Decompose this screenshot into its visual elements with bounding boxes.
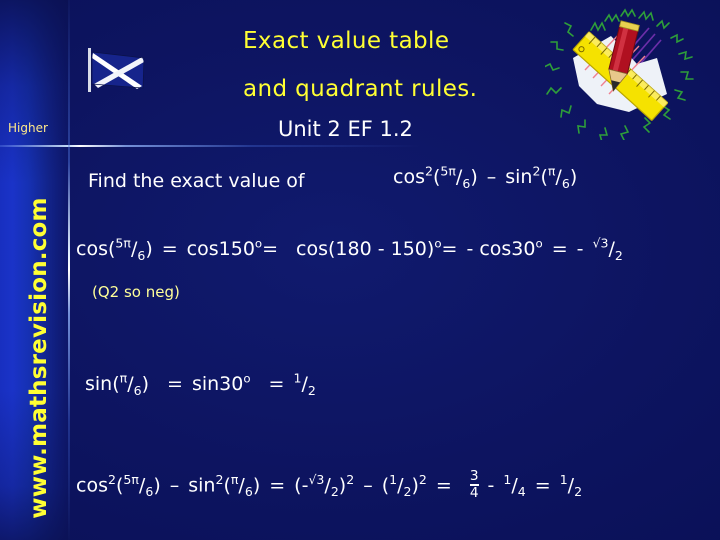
s1-degree-3: o xyxy=(535,236,543,251)
s1-eq2: = xyxy=(262,238,279,260)
s3-t1-power: 2 xyxy=(346,471,355,487)
unit-subtitle: Unit 2 EF 1.2 xyxy=(278,117,413,141)
frac-denominator: 4 xyxy=(469,485,479,501)
s1-term4: - cos30 xyxy=(466,238,536,260)
s1-paren-close: ) xyxy=(145,238,153,260)
s1-result-num: √3 xyxy=(592,235,609,251)
s2-eq1: = xyxy=(167,373,183,395)
working-step-2: sin(π/6) = sin30o = 1/2 xyxy=(85,371,316,397)
s2-paren-open: ( xyxy=(112,373,120,395)
quadrant-note: (Q2 so neg) xyxy=(92,283,180,301)
s1-term3: cos(180 - 150) xyxy=(296,238,435,260)
working-step-3: cos2(5π/6) – sin2(π/6) = (-√3/2)2– (1/2)2 = 3 4-… xyxy=(76,468,583,501)
ruler-pencil-paper-clipart xyxy=(543,8,697,143)
frac-numerator: 3 xyxy=(469,468,479,484)
s3-cos-arg-num: 5π xyxy=(123,471,139,487)
s3-f3-den: 2 xyxy=(574,484,583,500)
expr-minus: – xyxy=(486,166,497,188)
page-title-line-2: and quadrant rules. xyxy=(243,76,478,102)
s3-f2-den: 4 xyxy=(517,484,526,500)
s1-term2: cos150 xyxy=(186,238,255,260)
s3-sin: sin xyxy=(188,474,216,497)
s2-eq2: = xyxy=(268,373,285,395)
expr-sin: sin xyxy=(505,166,533,188)
s1-degree-2: o xyxy=(434,236,442,251)
expr-paren-close: ) xyxy=(470,166,478,188)
s1-result-den: 2 xyxy=(614,247,623,263)
s3-cos-power: 2 xyxy=(107,471,116,487)
vertical-divider xyxy=(68,0,70,540)
s1-eq3: = xyxy=(441,238,458,260)
s3-eq3: = xyxy=(534,474,551,497)
s1-arg-num: 5π xyxy=(115,235,131,251)
s3-cos: cos xyxy=(76,474,108,497)
s3-t2-power: 2 xyxy=(418,471,427,487)
s3-p2c: ) xyxy=(252,474,261,497)
s3-t2-num: 1 xyxy=(389,471,398,487)
expr-cos-power: 2 xyxy=(424,163,433,179)
s2-sin: sin xyxy=(85,373,113,395)
s1-cos: cos xyxy=(76,238,108,260)
s3-eq1: = xyxy=(269,474,286,497)
page-title-line-1: Exact value table xyxy=(243,28,450,54)
s3-minus2: – xyxy=(363,474,373,497)
level-badge: Higher xyxy=(8,121,48,135)
expr-cos-arg-num: 5π xyxy=(440,163,456,179)
s2-result-den: 2 xyxy=(307,382,316,398)
s2-degree: o xyxy=(243,371,251,386)
s2-paren-close: ) xyxy=(141,373,150,395)
s3-minus: – xyxy=(169,474,180,497)
s3-f3-num: 1 xyxy=(559,471,568,487)
expr-paren2-open: ( xyxy=(540,166,548,188)
s3-minus3: - xyxy=(487,474,495,497)
scottish-saltire-flag-icon xyxy=(86,44,150,96)
expr-paren2-close: ) xyxy=(569,166,578,188)
s3-p1c: ) xyxy=(153,474,161,497)
s3-t1-num: √3 xyxy=(308,471,325,487)
expr-cos: cos xyxy=(393,166,425,188)
expr-sin-arg-den: 6 xyxy=(561,175,570,191)
slide-canvas: Exact value table and quadrant rules. Un… xyxy=(0,0,720,540)
s3-t2-open: ( xyxy=(381,474,390,497)
s2-term2: sin30 xyxy=(191,373,244,395)
s3-sin-arg-den: 6 xyxy=(244,484,253,500)
s3-t1-den: 2 xyxy=(330,484,339,500)
working-step-1: cos(5π/6) = cos150o= cos(180 - 150)o= - cos3… xyxy=(76,236,623,262)
prompt-text: Find the exact value of xyxy=(88,170,305,192)
s1-eq4: = xyxy=(551,238,568,260)
s3-t2-den: 2 xyxy=(403,484,412,500)
s1-eq1: = xyxy=(161,238,178,260)
s3-t1-open: (- xyxy=(294,474,309,497)
horizontal-divider xyxy=(0,145,420,147)
problem-expression: cos2(5π/6) – sin2(π/6) xyxy=(393,165,578,190)
s3-eq2: = xyxy=(435,474,452,497)
s3-p2o: ( xyxy=(223,474,231,497)
fraction-three-quarters: 34 xyxy=(469,468,479,501)
s1-result-sign: - xyxy=(576,238,584,260)
s2-arg-den: 6 xyxy=(133,382,142,398)
website-watermark: www.mathsrevision.com xyxy=(26,197,52,519)
s3-t2-close: ) xyxy=(411,474,419,497)
